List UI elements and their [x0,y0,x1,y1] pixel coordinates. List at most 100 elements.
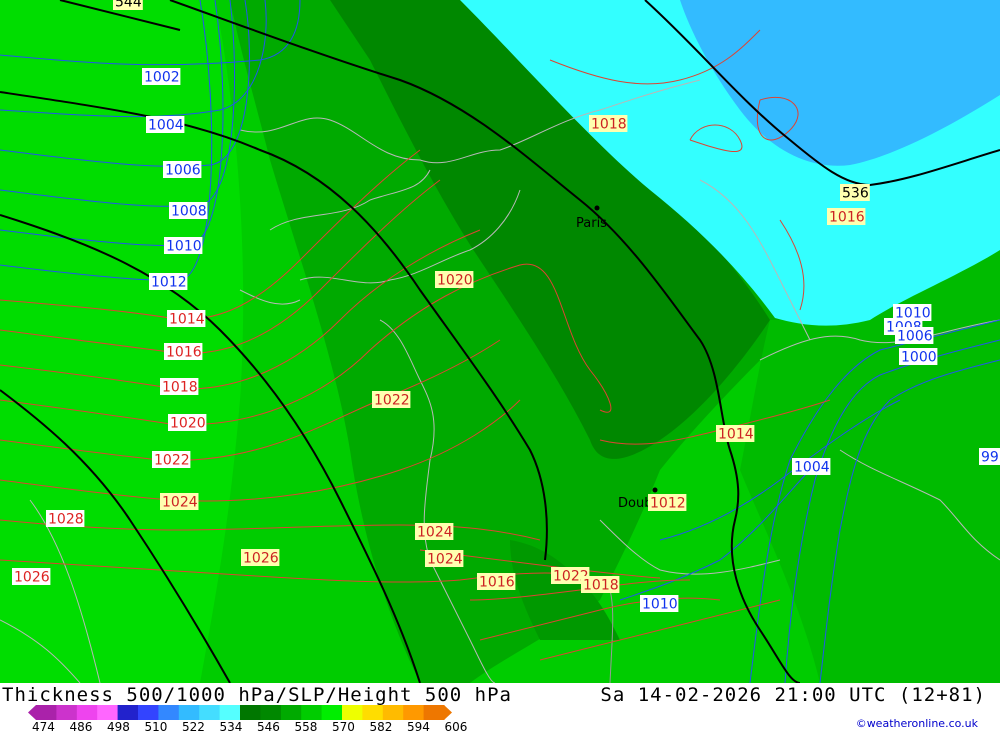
legend-swatch [178,705,200,720]
isobar-label: 1024 [425,550,464,568]
svg-text:1014: 1014 [169,312,205,328]
svg-text:1020: 1020 [437,273,473,289]
legend-swatch [36,705,57,720]
isobar-label: 1012 [149,273,188,291]
legend-tick-label: 606 [444,720,468,734]
isobar-label: 1028 [46,510,85,528]
svg-text:1004: 1004 [794,460,830,476]
height-label-536: 536 [840,184,870,202]
city-dot-paris [594,205,600,211]
isobar-label: 1026 [12,568,51,586]
isobar-label: 1012 [648,494,687,512]
svg-text:1026: 1026 [14,570,50,586]
svg-text:1008: 1008 [171,204,207,220]
svg-text:536: 536 [842,186,869,202]
legend-swatch [97,705,119,720]
svg-text:1024: 1024 [417,525,453,541]
svg-text:1016: 1016 [829,210,865,226]
isobar-label: 1014 [167,310,206,328]
legend-tick-label: 546 [257,720,280,734]
legend-tick-label: 558 [294,720,318,734]
svg-text:1014: 1014 [718,427,754,443]
legend-arrow-right [444,705,452,720]
isobar-label: 1002 [142,68,181,86]
isobar-label: 1010 [640,595,679,613]
legend-tick-label: 474 [32,720,55,734]
legend-swatch [240,705,261,720]
svg-text:1010: 1010 [642,597,678,613]
footer-bar: Thickness 500/1000 hPa/SLP/Height 500 hP… [0,683,1000,734]
legend-swatch [117,705,139,720]
isobar-label: 1020 [168,414,207,432]
isobar-label: 1024 [415,523,454,541]
legend-tick-label: 570 [332,720,355,734]
isobar-label: 1016 [827,208,866,226]
legend-swatch [382,705,404,720]
isobar-label: 1004 [792,458,831,476]
svg-text:1022: 1022 [374,393,410,409]
isobar-label: 1022 [152,451,191,469]
isobar-label: 1006 [895,327,934,345]
legend-tick-label: 510 [144,720,168,734]
svg-text:1024: 1024 [427,552,463,568]
weather-map: Paris Doubles 10021004100610081010101210… [0,0,1000,683]
legend-tick-label: 582 [369,720,393,734]
svg-text:1016: 1016 [166,345,202,361]
svg-text:1006: 1006 [897,329,933,345]
legend-swatch [280,705,302,720]
legend-tick-label: 486 [69,720,93,734]
legend-arrow-left [28,705,36,720]
isobar-label: 1010 [164,237,203,255]
legend-swatch [321,705,343,720]
isobar-label: 1022 [372,391,411,409]
legend-tick-label: 594 [407,720,430,734]
svg-text:1010: 1010 [166,239,202,255]
svg-text:1002: 1002 [144,70,180,86]
svg-text:1022: 1022 [154,453,190,469]
svg-text:1012: 1012 [650,496,686,512]
svg-text:1018: 1018 [583,578,619,594]
legend-swatch [403,705,425,720]
isobar-label: 1014 [716,425,755,443]
isobar-label: 1016 [164,343,203,361]
svg-text:1026: 1026 [243,551,279,567]
isobar-label: 99 [979,448,1000,466]
isobar-label: 1020 [435,271,474,289]
svg-text:1016: 1016 [479,575,515,591]
legend-swatch [158,705,180,720]
isobar-label: 1026 [241,549,280,567]
legend-swatch [56,705,78,720]
isobar-label: 1008 [169,202,208,220]
svg-text:1018: 1018 [591,117,627,133]
legend-tick-label: 522 [182,720,205,734]
height-label-top: 544 [113,0,143,11]
legend-swatch [199,705,221,720]
isobar-label: 1000 [899,348,938,366]
legend-swatch [138,705,159,720]
svg-text:99: 99 [981,450,999,466]
isobar-label: 1018 [589,115,628,133]
map-datetime: Sa 14-02-2026 21:00 UTC (12+81) [600,684,986,706]
legend-swatch [342,705,363,720]
isobar-label: 1024 [160,493,199,511]
credit-link[interactable]: ©weatheronline.co.uk [856,717,978,730]
svg-text:1004: 1004 [148,118,184,134]
isobar-label: 1004 [146,116,185,134]
isobar-label: 1018 [160,378,199,396]
svg-text:1018: 1018 [162,380,198,396]
city-label-paris: Paris [576,216,607,231]
svg-text:1012: 1012 [151,275,187,291]
svg-text:1020: 1020 [170,416,206,432]
legend-swatch [260,705,282,720]
color-legend [28,705,452,720]
svg-text:544: 544 [115,0,142,11]
legend-swatch [362,705,384,720]
city-dot-doubles [652,487,658,493]
legend-swatch [76,705,98,720]
isobar-label: 1006 [163,161,202,179]
isobar-label: 1016 [477,573,516,591]
legend-swatch [219,705,241,720]
legend-swatch [423,705,445,720]
svg-text:1028: 1028 [48,512,84,528]
svg-text:1024: 1024 [162,495,198,511]
